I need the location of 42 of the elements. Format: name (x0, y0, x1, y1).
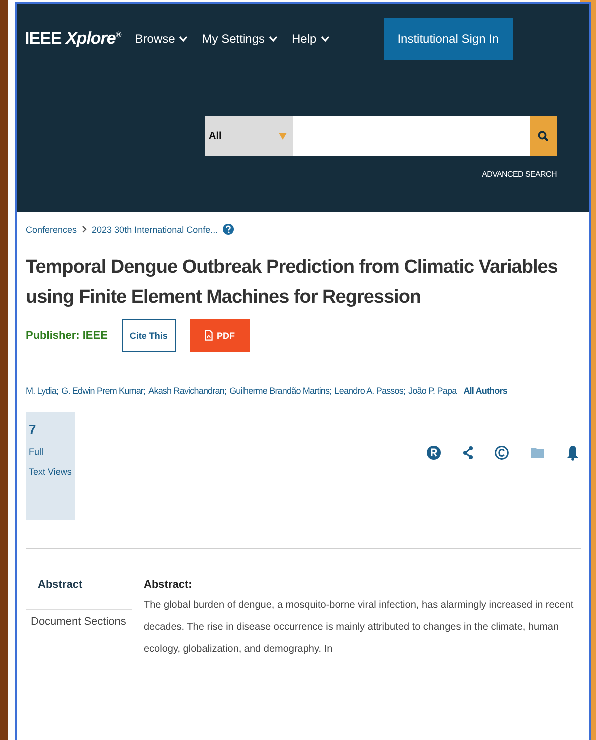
chevron-right-icon (82, 226, 88, 233)
author-link[interactable]: Leandro A. Passos; (334, 386, 406, 396)
author-link[interactable]: Akash Ravichandran; (148, 386, 227, 396)
section-tab[interactable]: Document Sections (26, 610, 132, 646)
folder-icon (531, 447, 545, 459)
registered-icon (427, 446, 441, 460)
breadcrumb-link[interactable]: 2023 30th International Confe... (92, 224, 218, 234)
views-label: Full (29, 447, 45, 457)
nav-menu[interactable]: My Settings (202, 32, 278, 46)
search-icon (538, 130, 549, 142)
author-link[interactable]: M. Lydia; (26, 386, 59, 396)
chevron-down-icon (320, 36, 330, 42)
section-tab[interactable]: Abstract (26, 573, 132, 610)
views-label: Text Views (29, 467, 72, 477)
advanced-search-link[interactable]: ADVANCED SEARCH (482, 170, 557, 179)
nav-menu[interactable]: Help (292, 32, 330, 46)
breadcrumb-link[interactable]: Conferences (26, 224, 78, 234)
all-authors-link[interactable]: All Authors (464, 386, 508, 396)
publisher-label: Publisher: IEEE (26, 330, 108, 342)
share-icon (463, 446, 473, 460)
views-count: 7 (29, 422, 38, 437)
bell-icon (567, 445, 579, 461)
abstract-heading: Abstract: (144, 578, 194, 591)
article-title: Temporal Dengue Outbreak Prediction from Climatic Variables using Finite Element Machines for Regression (26, 256, 559, 310)
chevron-down-icon (179, 36, 188, 42)
site-logo[interactable]: IEEE Xplore$^{®}$ (25, 29, 122, 49)
author-link[interactable]: João P. Papa (408, 386, 457, 396)
scope-dropdown[interactable]: All (205, 116, 293, 156)
sign-in-button[interactable]: Institutional Sign In (384, 18, 514, 60)
document-icon (204, 330, 213, 341)
copyright-icon (495, 446, 509, 460)
dropdown-arrow-icon (279, 132, 287, 140)
author-link[interactable]: Guilherme Brandão Martins; (230, 386, 332, 396)
author-link[interactable]: G. Edwin Prem Kumar; (62, 386, 146, 396)
chevron-down-icon (269, 36, 278, 42)
pdf-button[interactable]: PDF (190, 319, 250, 352)
help-icon (223, 224, 234, 235)
nav-menu[interactable]: Browse (135, 32, 188, 46)
abstract-text: The global burden of dengue, a mosquito-borne viral infection, has alarmingly increased in recent decades. The rise in disease occurrence is mainly attributed to changes in the climate, human ecology, globalization, and demography. In (144, 599, 575, 657)
search-button[interactable] (530, 116, 557, 156)
cite-button[interactable]: Cite This (122, 319, 176, 352)
search-field[interactable] (293, 116, 530, 156)
